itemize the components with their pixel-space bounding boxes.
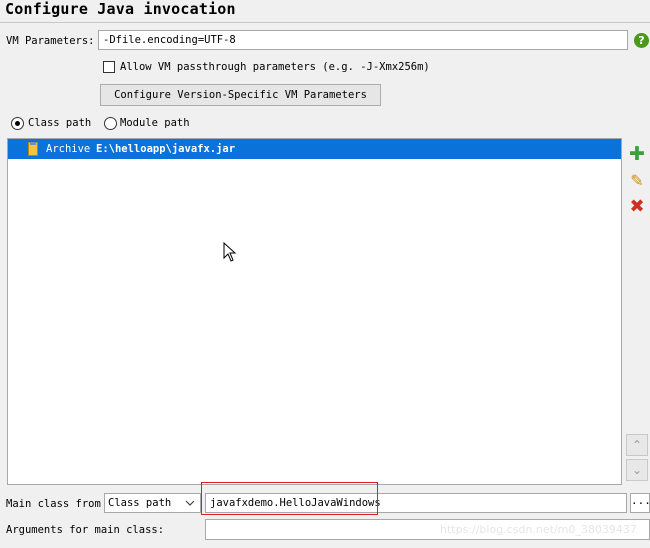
class-path-label: Class path xyxy=(28,117,92,129)
edit-icon[interactable]: ✎ xyxy=(626,170,648,192)
remove-icon[interactable]: ✖ xyxy=(626,196,648,218)
chevron-down-icon xyxy=(185,500,195,506)
classpath-list[interactable]: Archive E:\helloapp\javafx.jar xyxy=(7,138,622,485)
entry-type: Archive xyxy=(46,143,91,155)
browse-main-class-button[interactable]: ... xyxy=(630,493,650,513)
class-path-radio[interactable] xyxy=(11,117,24,130)
add-icon[interactable]: ✚ xyxy=(626,143,648,165)
vm-parameters-label: VM Parameters: xyxy=(6,35,95,47)
main-class-source-value: Class path xyxy=(108,497,172,509)
dialog-title: Configure Java invocation xyxy=(5,0,236,18)
allow-passthrough-checkbox[interactable] xyxy=(103,61,115,73)
module-path-radio[interactable] xyxy=(104,117,117,130)
classpath-entry-row[interactable]: Archive E:\helloapp\javafx.jar xyxy=(8,139,621,159)
arguments-label: Arguments for main class: xyxy=(6,524,165,536)
main-class-from-label: Main class from xyxy=(6,498,101,510)
move-down-icon[interactable]: ⌄ xyxy=(626,459,648,481)
main-class-source-select[interactable]: Class path xyxy=(104,493,201,513)
vm-parameters-field[interactable]: -Dfile.encoding=UTF-8 xyxy=(98,30,628,50)
allow-passthrough-label: Allow VM passthrough parameters (e.g. -J… xyxy=(120,61,430,73)
title-divider xyxy=(0,22,650,23)
module-path-label: Module path xyxy=(120,117,190,129)
configure-version-specific-button[interactable]: Configure Version-Specific VM Parameters xyxy=(100,84,381,106)
jar-archive-icon xyxy=(28,142,38,156)
watermark: https://blog.csdn.net/m0_38039437 xyxy=(440,523,637,536)
entry-path: E:\helloapp\javafx.jar xyxy=(96,143,236,155)
move-up-icon[interactable]: ⌃ xyxy=(626,434,648,456)
mouse-cursor-icon xyxy=(223,242,237,262)
help-icon[interactable]: ? xyxy=(634,33,649,48)
highlight-box xyxy=(201,482,378,515)
